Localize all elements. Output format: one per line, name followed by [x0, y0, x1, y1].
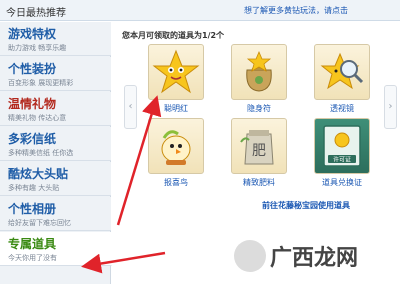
prop-item-invisibility-charm[interactable]: 隐身符 — [228, 44, 290, 116]
watermark-text: 广西龙网 — [270, 246, 359, 271]
bird-icon — [148, 118, 204, 174]
sidebar-item-photo-album[interactable]: 个性相册 给好友留下难忘回忆 — [0, 197, 111, 231]
sidebar: 游戏特权 助力游戏 畅享乐趣 个性装扮 百变形象 展现更精彩 温情礼物 精美礼物… — [0, 22, 112, 284]
prop-item-magpie[interactable]: 报喜鸟 — [145, 118, 207, 190]
sidebar-item-label: 温情礼物 — [8, 97, 57, 111]
sidebar-item-label: 多彩信纸 — [8, 132, 57, 146]
prop-item-smart-red[interactable]: 聪明红 — [145, 44, 207, 116]
carousel-prev-button[interactable]: ‹ — [124, 85, 137, 129]
sidebar-item-label: 游戏特权 — [8, 27, 57, 41]
sidebar-item-label: 酷炫大头贴 — [8, 167, 69, 181]
props-heading: 您本月可领取的道具为1/2个 — [122, 31, 225, 40]
watermark-logo-icon — [234, 240, 266, 272]
sidebar-item-label: 个性相册 — [8, 202, 57, 216]
sidebar-item-game-privilege[interactable]: 游戏特权 助力游戏 畅享乐趣 — [0, 22, 111, 56]
magnifier-star-icon — [314, 44, 370, 100]
sidebar-item-desc: 助力游戏 畅享乐趣 — [8, 44, 67, 52]
sidebar-item-desc: 今天你用了没有 — [8, 254, 57, 262]
moneybag-star-icon — [231, 44, 287, 100]
more-info-link[interactable]: 想了解更多黄钻玩法，请点击 — [244, 5, 348, 16]
prop-item-fertilizer[interactable]: 肥 精致肥料 — [228, 118, 290, 190]
sidebar-item-desc: 多种精美信纸 任你选 — [8, 149, 74, 157]
sidebar-item-personal-decoration[interactable]: 个性装扮 百变形象 展现更精彩 — [0, 57, 111, 91]
top-bar-title: 今日最热推荐 — [6, 8, 66, 19]
bag-text: 肥 — [252, 143, 266, 159]
carousel-next-button[interactable]: › — [384, 85, 397, 129]
star-mascot-icon — [148, 44, 204, 100]
sidebar-item-desc: 给好友留下难忘回忆 — [8, 219, 71, 227]
sidebar-item-warm-gifts[interactable]: 温情礼物 精美礼物 传达心意 — [0, 92, 111, 126]
sidebar-item-label: 个性装扮 — [8, 62, 57, 76]
fertilizer-bag-icon: 肥 — [231, 118, 287, 174]
prop-item-label: 透视镜 — [330, 104, 354, 113]
sidebar-item-exclusive-props[interactable]: 专属道具 今天你用了没有 — [0, 232, 112, 266]
prop-item-exchange-cert[interactable]: 许可证 道具兑换证 — [311, 118, 373, 190]
sidebar-item-desc: 精美礼物 传达心意 — [8, 114, 67, 122]
sidebar-item-stationery[interactable]: 多彩信纸 多种精美信纸 任你选 — [0, 127, 111, 161]
sidebar-item-photo-stickers[interactable]: 酷炫大头贴 多种有趣 大头贴 — [0, 162, 111, 196]
top-bar: 今日最热推荐 想了解更多黄钻玩法，请点击 — [0, 0, 400, 21]
prop-item-label: 聪明红 — [164, 104, 188, 113]
use-props-link[interactable]: 前往花藤秘宝园使用道具 — [262, 200, 350, 211]
prop-item-xray-glass[interactable]: 透视镜 — [311, 44, 373, 116]
sidebar-item-label: 专属道具 — [8, 237, 57, 251]
prop-item-label: 隐身符 — [247, 104, 271, 113]
prop-item-label: 道具兑换证 — [322, 178, 362, 187]
prop-item-label: 精致肥料 — [243, 178, 275, 187]
sidebar-item-desc: 多种有趣 大头贴 — [8, 184, 60, 192]
tile-badge: 许可证 — [333, 156, 351, 164]
certificate-icon: 许可证 — [314, 118, 370, 174]
prop-item-label: 报喜鸟 — [164, 178, 188, 187]
sidebar-item-desc: 百变形象 展现更精彩 — [8, 79, 74, 87]
